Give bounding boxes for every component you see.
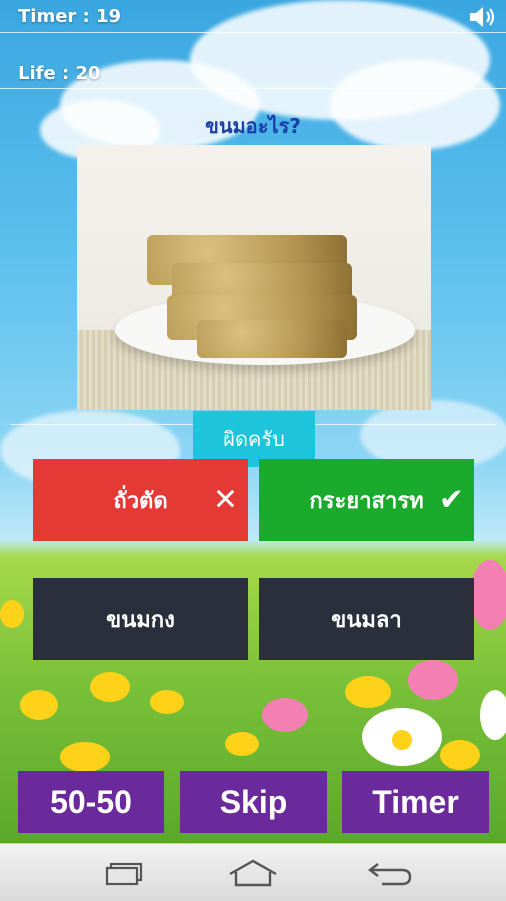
question-image	[77, 145, 431, 410]
life-label: Life : 20	[18, 63, 101, 84]
answer-label-4: ขนมลา	[331, 607, 402, 633]
speaker-icon[interactable]	[468, 4, 496, 30]
answer-button-2[interactable]: กระยาสารท ✔	[259, 459, 474, 541]
hud-divider-top	[0, 32, 506, 33]
fifty-fifty-button[interactable]: 50-50	[18, 771, 164, 833]
answer-button-1[interactable]: ถั่วตัด ✕	[33, 459, 248, 541]
home-icon[interactable]	[208, 844, 298, 901]
answer-label-1: ถั่วตัด	[113, 488, 168, 514]
recent-apps-icon[interactable]	[80, 844, 170, 901]
answer-label-3: ขนมกง	[106, 607, 175, 633]
close-icon: ✕	[212, 482, 238, 518]
timer-label: Timer : 19	[18, 6, 122, 27]
answer-button-3[interactable]: ขนมกง	[33, 578, 248, 660]
hud-divider-bottom	[0, 88, 506, 89]
question-text: ขนมอะไร?	[205, 114, 301, 138]
system-navbar	[0, 843, 506, 901]
timer-button[interactable]: Timer	[342, 771, 489, 833]
check-icon: ✔	[438, 482, 464, 518]
answer-button-4[interactable]: ขนมลา	[259, 578, 474, 660]
skip-button[interactable]: Skip	[180, 771, 327, 833]
answer-label-2: กระยาสารท	[309, 488, 424, 514]
back-icon[interactable]	[345, 844, 435, 901]
